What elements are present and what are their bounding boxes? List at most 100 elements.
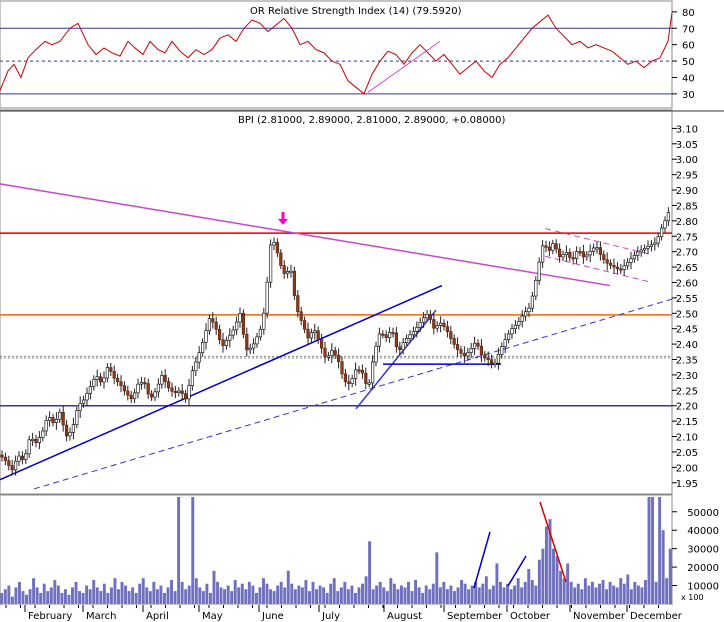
candle-body bbox=[571, 257, 575, 260]
candle-body bbox=[527, 307, 531, 312]
candle-body bbox=[75, 410, 79, 425]
volume-bar bbox=[201, 591, 205, 604]
volume-bar bbox=[587, 585, 591, 604]
volume-bar bbox=[658, 497, 662, 604]
volume-bar bbox=[162, 592, 166, 604]
rsi-panel bbox=[0, 0, 673, 109]
candle-body bbox=[622, 265, 626, 270]
volume-bar bbox=[219, 587, 223, 604]
candle-body bbox=[557, 248, 562, 258]
volume-bar bbox=[311, 581, 315, 604]
candle-body bbox=[591, 247, 596, 252]
volume-bar bbox=[392, 583, 396, 604]
candle-body bbox=[503, 339, 507, 347]
volume-bar bbox=[85, 585, 89, 604]
candle-body bbox=[268, 244, 273, 283]
volume-bar bbox=[117, 589, 120, 604]
volume-bar bbox=[212, 570, 216, 604]
candle-body bbox=[540, 245, 545, 263]
volume-unit-label: x 100 bbox=[681, 593, 704, 602]
candle-body bbox=[523, 311, 528, 317]
volume-bar bbox=[254, 592, 258, 604]
volume-bar bbox=[654, 581, 658, 604]
candle-body bbox=[71, 424, 75, 433]
volume-bar bbox=[537, 559, 541, 604]
volume-bar bbox=[21, 591, 25, 604]
volume-bar bbox=[42, 583, 46, 604]
candle-body bbox=[377, 333, 382, 347]
volume-bar bbox=[106, 592, 110, 604]
volume-bar bbox=[651, 497, 655, 604]
volume-bar bbox=[223, 589, 227, 604]
volume-bar bbox=[155, 589, 159, 604]
volume-bar bbox=[304, 580, 308, 604]
volume-bar bbox=[205, 583, 209, 604]
month-label: June bbox=[261, 611, 284, 622]
candle-body bbox=[221, 339, 225, 346]
candle-body bbox=[530, 295, 534, 309]
volume-bar bbox=[368, 541, 372, 604]
volume-bar bbox=[276, 585, 280, 604]
volume-bar bbox=[484, 576, 488, 604]
volume-bar bbox=[170, 580, 174, 604]
volume-bar bbox=[240, 583, 244, 604]
price-tick-label: 2.80 bbox=[676, 217, 698, 228]
candle-body bbox=[187, 385, 191, 400]
volume-bar bbox=[49, 587, 53, 604]
candle-body bbox=[438, 322, 443, 326]
volume-bar bbox=[566, 563, 570, 604]
candle-body bbox=[500, 346, 504, 355]
month-label: May bbox=[202, 611, 223, 622]
volume-bar bbox=[258, 587, 262, 604]
volume-bar bbox=[113, 578, 117, 604]
volume-bar bbox=[640, 587, 644, 604]
candle-body bbox=[574, 251, 579, 259]
candle-body bbox=[326, 355, 331, 358]
candle-body bbox=[411, 331, 416, 336]
candle-body bbox=[561, 254, 565, 258]
volume-bar bbox=[0, 592, 4, 604]
volume-bar bbox=[357, 587, 361, 604]
candle-body bbox=[41, 430, 45, 438]
candle-body bbox=[112, 371, 116, 379]
volume-bar bbox=[88, 589, 92, 604]
candle-body bbox=[350, 378, 354, 384]
candle-body bbox=[476, 342, 480, 347]
candle-body bbox=[313, 330, 317, 333]
candle-body bbox=[197, 352, 201, 363]
candle-body bbox=[370, 361, 375, 384]
candle-body bbox=[469, 348, 473, 353]
volume-bar bbox=[216, 581, 219, 604]
candle-body bbox=[578, 251, 582, 254]
volume-bar bbox=[92, 580, 96, 604]
price-tick-label: 3.00 bbox=[676, 155, 698, 166]
candle-body bbox=[513, 324, 517, 329]
candle-body bbox=[466, 352, 470, 357]
candle-body bbox=[608, 262, 613, 266]
candle-body bbox=[394, 332, 399, 348]
candle-body bbox=[105, 367, 109, 379]
candle-body bbox=[330, 350, 334, 357]
candle-body bbox=[65, 424, 69, 437]
candle-body bbox=[146, 383, 150, 395]
candle-body bbox=[275, 242, 280, 254]
volume-bar bbox=[431, 583, 435, 604]
candle-body bbox=[357, 369, 361, 372]
volume-bar bbox=[389, 578, 393, 604]
volume-bar bbox=[449, 585, 453, 604]
candle-body bbox=[432, 319, 436, 329]
volume-bar bbox=[583, 578, 587, 604]
candle-body bbox=[252, 343, 256, 349]
price-tick-label: 2.20 bbox=[676, 402, 698, 413]
candle-body bbox=[173, 391, 178, 394]
candle-body bbox=[554, 243, 558, 250]
volume-bar bbox=[134, 592, 138, 604]
volume-bar bbox=[329, 583, 333, 604]
candle-body bbox=[564, 251, 568, 256]
volume-bar bbox=[53, 580, 57, 604]
volume-bar bbox=[385, 591, 389, 604]
candle-body bbox=[585, 254, 589, 258]
volume-bar bbox=[559, 570, 563, 604]
volume-bar bbox=[498, 581, 502, 604]
volume-bar bbox=[633, 581, 637, 604]
